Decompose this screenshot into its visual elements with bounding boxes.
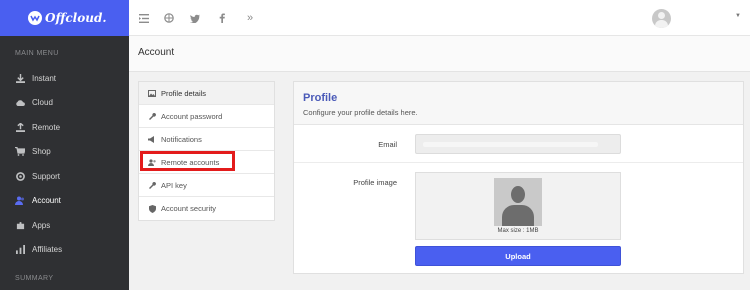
tab-api-key[interactable]: API key xyxy=(139,174,274,197)
page-title: Account xyxy=(138,47,175,58)
lifebuoy-icon xyxy=(14,171,26,181)
sidebar-item-affiliates[interactable]: Affiliates xyxy=(0,238,129,263)
sidebar-item-account[interactable]: Account xyxy=(0,189,129,214)
sidebar-item-label: Affiliates xyxy=(32,245,63,255)
twitter-icon[interactable] xyxy=(188,11,202,25)
main-menu-heading: MAIN MENU xyxy=(15,50,59,57)
chevron-down-icon[interactable]: ▼ xyxy=(735,13,741,19)
profile-placeholder-icon xyxy=(494,178,542,226)
sidebar-item-label: Account xyxy=(32,196,61,206)
brand-bar[interactable]: Offcloud. xyxy=(0,0,129,36)
tab-label: Notifications xyxy=(161,134,202,144)
sidebar-item-label: Apps xyxy=(32,220,51,230)
image-size-caption: Max size : 1MB xyxy=(497,228,539,234)
email-redaction xyxy=(423,142,598,147)
cart-icon xyxy=(14,147,26,157)
wrench-icon xyxy=(147,181,157,189)
tab-label: Account password xyxy=(161,111,223,121)
offcloud-logo-icon xyxy=(28,11,42,25)
sidebar-item-cloud[interactable]: Cloud xyxy=(0,91,129,116)
sidebar-item-apps[interactable]: Apps xyxy=(0,213,129,238)
profile-panel: Profile Configure your profile details h… xyxy=(293,81,744,274)
upload-button[interactable]: Upload xyxy=(415,246,621,266)
tab-notifications[interactable]: Notifications xyxy=(139,128,274,151)
puzzle-icon xyxy=(14,221,26,230)
megaphone-icon xyxy=(147,135,157,143)
divider xyxy=(294,162,743,163)
tab-label: API key xyxy=(161,180,187,190)
panel-title: Profile xyxy=(303,92,338,104)
tab-account-security[interactable]: Account security xyxy=(139,197,274,220)
sidebar-item-remote[interactable]: Remote xyxy=(0,115,129,140)
sidebar-item-label: Cloud xyxy=(32,98,53,108)
tab-label: Profile details xyxy=(161,88,207,98)
shield-icon xyxy=(147,204,157,213)
highlight-annotation xyxy=(140,151,235,171)
profile-image-label: Profile image xyxy=(353,178,397,187)
top-bar: » ▼ xyxy=(129,0,750,36)
cloud-icon xyxy=(14,99,26,107)
users-icon xyxy=(14,196,26,206)
summary-heading: SUMMARY xyxy=(15,275,54,282)
panel-subtitle: Configure your profile details here. xyxy=(303,108,418,117)
tab-label: Account security xyxy=(161,204,217,213)
sidebar-item-label: Shop xyxy=(32,147,51,157)
sidebar-item-label: Remote xyxy=(32,122,61,132)
download-icon xyxy=(14,73,26,83)
tab-account-password[interactable]: Account password xyxy=(139,105,274,128)
sidebar-item-label: Support xyxy=(32,171,61,181)
facebook-icon[interactable] xyxy=(215,11,229,25)
double-chevron-icon[interactable]: » xyxy=(243,11,257,25)
upload-icon xyxy=(14,122,26,132)
sidebar-item-support[interactable]: Support xyxy=(0,164,129,189)
sidebar: Offcloud. MAIN MENU Instant Cloud Remote… xyxy=(0,0,129,290)
globe-icon[interactable] xyxy=(162,11,176,25)
sidebar-item-label: Instant xyxy=(32,73,57,83)
tab-profile-details[interactable]: Profile details xyxy=(139,82,274,105)
avatar[interactable] xyxy=(652,9,671,28)
panel-header: Profile Configure your profile details h… xyxy=(294,82,743,125)
brand-name: Offcloud. xyxy=(45,11,107,25)
image-icon xyxy=(147,89,157,97)
page-header: Account xyxy=(129,36,750,72)
profile-image-box[interactable]: Max size : 1MB xyxy=(415,172,621,240)
sidebar-item-shop[interactable]: Shop xyxy=(0,140,129,165)
wrench-icon xyxy=(147,112,157,120)
menu-toggle-icon[interactable] xyxy=(137,11,151,25)
sidebar-item-instant[interactable]: Instant xyxy=(0,66,129,91)
chart-icon xyxy=(14,245,26,255)
email-label: Email xyxy=(378,140,397,149)
